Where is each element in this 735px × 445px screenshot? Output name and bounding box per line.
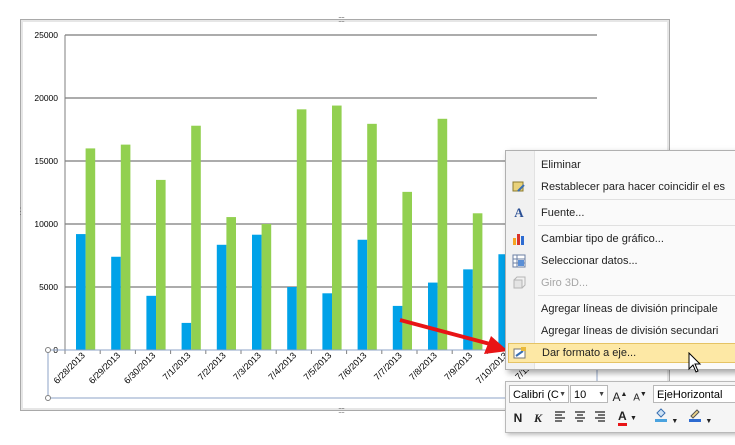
align-left-button[interactable]	[552, 409, 568, 427]
x-tick-label: 7/5/2013	[302, 350, 334, 382]
menu-item-cambiar-tipo[interactable]: Cambiar tipo de gráfico...	[506, 229, 735, 249]
y-tick-label: 10000	[34, 219, 58, 229]
bar-series2[interactable]	[85, 148, 96, 350]
y-tick-label: 15000	[34, 156, 58, 166]
mini-toolbar: Calibri (C ▼ 10 ▼ A▲ A▼ EjeHorizontal N …	[505, 381, 735, 433]
font-name-dropdown[interactable]: Calibri (C ▼	[509, 385, 569, 403]
bar-series2[interactable]	[296, 109, 307, 350]
bar-series1[interactable]	[76, 234, 86, 350]
selection-handle[interactable]	[45, 395, 51, 401]
bar-series1[interactable]	[181, 322, 192, 350]
menu-item-lineas-secundarias[interactable]: Agregar líneas de división secundari	[506, 321, 735, 341]
italic-icon: K	[533, 411, 542, 425]
bar-series1[interactable]	[287, 287, 297, 350]
menu-item-fuente[interactable]: A Fuente...	[506, 203, 735, 223]
menu-item-label: Cambiar tipo de gráfico...	[541, 233, 664, 245]
arrow-shaft	[399, 318, 491, 346]
font-color-icon: A	[618, 409, 627, 426]
x-tick-label: 7/2/2013	[196, 350, 228, 382]
align-center-button[interactable]	[572, 409, 588, 427]
mouse-cursor-icon	[688, 352, 702, 373]
paint-bucket-icon	[655, 408, 667, 422]
font-icon: A	[514, 205, 524, 220]
menu-item-label: Eliminar	[541, 159, 581, 171]
font-color-button[interactable]: A ▼	[618, 407, 646, 426]
x-tick-label: 7/4/2013	[266, 350, 298, 382]
shrink-font-icon: A	[633, 392, 640, 404]
align-right-icon	[595, 411, 605, 422]
menu-item-label: Fuente...	[541, 207, 585, 219]
bar-series1[interactable]	[216, 244, 227, 350]
menu-item-restablecer[interactable]: Restablecer para hacer coincidir el es	[506, 177, 735, 197]
bar-series1[interactable]	[146, 295, 156, 350]
context-menu: Eliminar Restablecer para hacer coincidi…	[505, 150, 735, 370]
reset-style-icon	[512, 180, 526, 194]
pen-outline-icon	[689, 409, 701, 422]
rotation-3d-icon	[512, 276, 526, 290]
align-right-button[interactable]	[592, 409, 608, 427]
format-axis-icon	[513, 346, 527, 360]
selection-handle[interactable]	[45, 347, 51, 353]
x-tick-label: 7/1/2013	[161, 350, 193, 382]
menu-item-seleccionar-datos[interactable]: Seleccionar datos...	[506, 251, 735, 271]
menu-item-label: Restablecer para hacer coincidir el es	[541, 181, 726, 193]
menu-item-eliminar[interactable]: Eliminar	[506, 155, 735, 175]
bar-series2[interactable]	[367, 123, 377, 350]
align-center-icon	[575, 411, 585, 422]
bar-series2[interactable]	[156, 179, 166, 350]
bar-series1[interactable]	[357, 239, 368, 350]
menu-item-lineas-principales[interactable]: Agregar líneas de división principale	[506, 299, 735, 319]
bar-series1[interactable]	[111, 256, 121, 350]
font-name-value: Calibri (C	[513, 389, 559, 401]
menu-separator	[538, 199, 735, 200]
bar-series1[interactable]	[322, 293, 332, 350]
x-tick-label: 7/3/2013	[231, 350, 263, 382]
chevron-down-icon: ▼	[630, 415, 637, 422]
menu-item-label: Agregar líneas de división principale	[541, 303, 718, 315]
y-tick-label: 5000	[39, 282, 58, 292]
outline-color-button[interactable]: ▼	[688, 407, 716, 425]
bold-icon: N	[513, 411, 523, 425]
menu-separator	[538, 225, 735, 226]
y-tick-label: 20000	[34, 93, 58, 103]
y-tick-label: 25000	[34, 30, 58, 40]
chevron-down-icon: ▼	[671, 418, 679, 425]
chevron-down-icon: ▼	[705, 418, 713, 425]
menu-item-label: Giro 3D...	[541, 277, 589, 289]
menu-item-label: Seleccionar datos...	[541, 255, 638, 267]
menu-item-label: Dar formato a eje...	[542, 347, 637, 359]
menu-item-label: Agregar líneas de división secundari	[541, 325, 719, 337]
bar-series2[interactable]	[261, 224, 272, 350]
chevron-down-icon: ▼	[598, 391, 605, 398]
font-size-value: 10	[574, 389, 587, 401]
align-left-icon	[555, 411, 565, 422]
bar-series2[interactable]	[332, 105, 342, 350]
bar-series1[interactable]	[252, 234, 262, 350]
shrink-font-button[interactable]: A▼	[632, 386, 648, 404]
bar-series2[interactable]	[226, 217, 236, 350]
select-data-icon	[512, 254, 526, 268]
bold-button[interactable]: N	[510, 409, 526, 427]
bar-series2[interactable]	[191, 125, 201, 350]
x-tick-label: 6/28/2013	[52, 350, 87, 385]
x-tick-label: 7/6/2013	[337, 350, 369, 382]
chart-element-value: EjeHorizontal	[657, 389, 723, 401]
grow-font-button[interactable]: A▲	[612, 386, 628, 404]
menu-separator	[538, 295, 735, 296]
excel-chart-workspace: :::: :::: ⋮ 25000 20000 15000 10000 5000 0 6/2…	[0, 0, 735, 445]
x-tick-label: 6/29/2013	[87, 350, 122, 385]
x-tick-label: 6/30/2013	[122, 350, 157, 385]
chart-element-selector[interactable]: EjeHorizontal	[653, 385, 735, 403]
grow-font-icon: A	[612, 390, 621, 404]
italic-button[interactable]: K	[530, 409, 546, 427]
chevron-down-icon: ▼	[559, 391, 566, 398]
fill-color-button[interactable]: ▼	[654, 407, 682, 425]
chart-type-icon	[512, 232, 526, 246]
red-arrow-annotation	[399, 318, 508, 354]
bar-series2[interactable]	[120, 144, 131, 350]
menu-item-giro-3d[interactable]: Giro 3D...	[506, 273, 735, 293]
font-size-dropdown[interactable]: 10 ▼	[570, 385, 608, 403]
